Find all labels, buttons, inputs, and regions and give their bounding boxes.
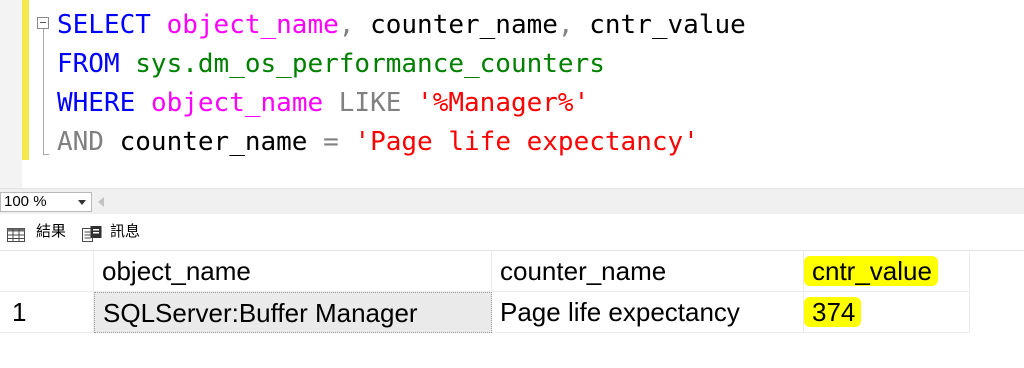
column-header-object-name[interactable]: object_name	[94, 251, 492, 292]
query-editor[interactable]: SELECT object_name, counter_name, cntr_v…	[0, 0, 1024, 188]
collapse-region-icon[interactable]	[37, 17, 49, 29]
code-token: 'Page life expectancy'	[354, 127, 699, 157]
tab-results-label: 結果	[36, 223, 67, 240]
row-number[interactable]: 1	[0, 292, 94, 333]
row-header-corner	[0, 251, 94, 292]
scroll-left-arrow-icon[interactable]	[98, 197, 104, 207]
messages-icon	[82, 225, 102, 251]
code-token: =	[323, 127, 339, 157]
code-token: SELECT	[57, 10, 151, 40]
code-line-2: FROM sys.dm_os_performance_counters	[57, 45, 605, 83]
editor-gutter	[0, 0, 22, 188]
zoom-dropdown[interactable]: 100 %	[0, 192, 92, 212]
code-line-3: WHERE object_name LIKE '%Manager%'	[57, 84, 589, 122]
outline-line	[43, 29, 44, 155]
column-header-counter-name[interactable]: counter_name	[492, 251, 804, 292]
code-token: LIKE	[323, 88, 418, 118]
code-token: object_name	[166, 10, 339, 40]
code-token: AND	[57, 127, 104, 157]
table-cell-cntr-value[interactable]: 374	[804, 292, 970, 333]
code-line-1: SELECT object_name, counter_name, cntr_v…	[57, 6, 746, 44]
grid-icon	[7, 225, 25, 251]
code-token: ,	[338, 10, 371, 40]
table-cell-counter-name[interactable]: Page life expectancy	[492, 292, 804, 333]
code-token: '%Manager%'	[417, 88, 590, 118]
code-token: counter_name	[103, 127, 324, 157]
code-token: cntr_value	[589, 10, 746, 40]
code-token: WHERE	[57, 88, 136, 118]
code-token: sys.dm_os_performance_counters	[135, 49, 605, 79]
results-tabs: 結果 訊息	[0, 214, 1024, 250]
highlighted-header: cntr_value	[804, 256, 938, 286]
tab-messages-label: 訊息	[110, 223, 141, 240]
outline-end	[43, 154, 49, 155]
chevron-down-icon[interactable]	[78, 200, 86, 205]
zoom-value: 100 %	[4, 193, 47, 210]
code-token: ,	[557, 10, 590, 40]
highlighted-value: 374	[804, 297, 862, 327]
editor-status-strip: 100 %	[0, 188, 1024, 214]
column-header-cntr-value[interactable]: cntr_value	[804, 251, 970, 292]
table-cell-object-name[interactable]: SQLServer:Buffer Manager	[94, 292, 492, 333]
change-tracking-bar	[22, 0, 29, 160]
results-grid-area: object_name counter_name cntr_value 1 SQ…	[0, 250, 1024, 368]
tab-results[interactable]: 結果	[4, 219, 82, 245]
code-token: FROM	[57, 49, 120, 79]
tab-messages[interactable]: 訊息	[82, 219, 148, 245]
code-token: object_name	[150, 88, 324, 118]
code-token: counter_name	[370, 10, 558, 40]
code-line-4: AND counter_name = 'Page life expectancy…	[57, 123, 699, 161]
